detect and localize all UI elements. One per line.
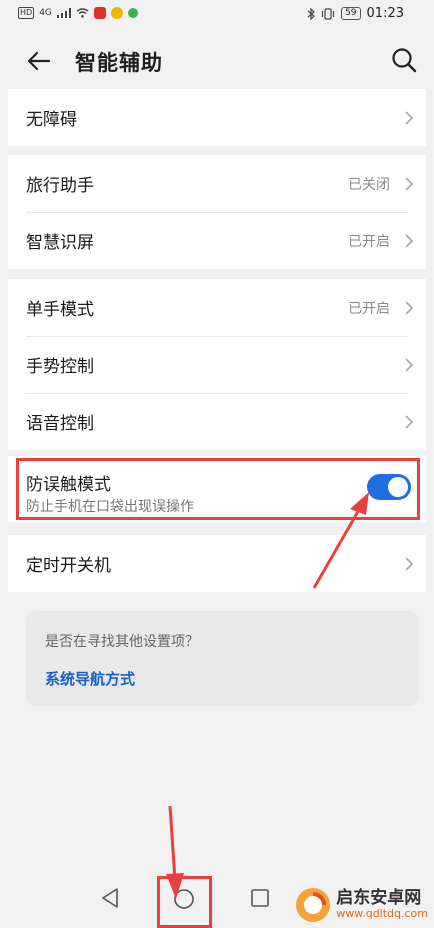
settings-group-accessibility: 无障碍 (8, 89, 426, 146)
app-header: 智能辅助 (0, 36, 434, 86)
suggestion-question: 是否在寻找其他设置项？ (45, 634, 199, 650)
settings-item-label: 无障碍 (26, 110, 77, 130)
chevron-right-icon (405, 556, 414, 571)
settings-item-label: 旅行助手 (26, 176, 94, 196)
vibrate-icon (321, 7, 335, 20)
highlight-box (16, 458, 420, 520)
page-title: 智能辅助 (75, 51, 163, 75)
settings-item-accessibility[interactable]: 无障碍 (8, 89, 426, 146)
wifi-icon (76, 8, 89, 18)
settings-group-controls: 单手模式 已开启 手势控制 语音控制 (8, 279, 426, 450)
app-notification-icon (93, 7, 106, 19)
settings-item-status: 已关闭 (348, 176, 390, 193)
battery-icon: 59 (341, 7, 361, 20)
settings-item-scheduled-power[interactable]: 定时开关机 (8, 535, 426, 592)
signal-icon (56, 8, 71, 18)
settings-group-smart: 旅行助手 已关闭 智慧识屏 已开启 (8, 155, 426, 269)
settings-item-one-hand-mode[interactable]: 单手模式 已开启 (8, 279, 426, 336)
chevron-right-icon (405, 357, 414, 372)
status-bar: HD 4G 59 01:23 (0, 0, 434, 30)
settings-item-status: 已开启 (348, 233, 390, 250)
watermark-text: 启东安卓网 www.qdltdq.com (336, 888, 428, 921)
network-type-label: 4G (39, 8, 52, 18)
watermark-title: 启东安卓网 (336, 888, 422, 909)
annotation-arrow-line (168, 805, 177, 881)
settings-item-label: 手势控制 (26, 357, 94, 377)
watermark-logo-icon (296, 888, 331, 922)
settings-item-label: 定时开关机 (26, 556, 111, 576)
suggestion-link[interactable]: 系统导航方式 (45, 668, 135, 689)
settings-item-status: 已开启 (348, 300, 390, 317)
app-notification-icon (127, 8, 138, 18)
nav-back-icon[interactable] (98, 886, 122, 910)
hd-badge: HD (18, 7, 35, 19)
chevron-right-icon (405, 110, 414, 125)
bluetooth-icon (307, 7, 315, 20)
clock: 01:23 (366, 6, 404, 21)
settings-item-smart-screen[interactable]: 智慧识屏 已开启 (8, 212, 426, 269)
settings-group-power: 定时开关机 (8, 535, 426, 592)
settings-item-travel-assistant[interactable]: 旅行助手 已关闭 (8, 155, 426, 212)
chevron-right-icon (405, 233, 414, 248)
status-bar-right: 59 01:23 (307, 6, 404, 21)
chevron-right-icon (405, 176, 414, 191)
back-arrow-icon[interactable] (26, 48, 52, 74)
settings-item-gesture-control[interactable]: 手势控制 (8, 336, 426, 393)
nav-recent-apps-icon[interactable] (250, 888, 270, 908)
app-notification-icon (110, 7, 123, 19)
search-icon[interactable] (390, 46, 418, 74)
status-bar-left: HD 4G (18, 7, 138, 19)
chevron-right-icon (405, 300, 414, 315)
watermark-url: www.qdltdq.com (336, 907, 428, 921)
settings-item-label: 智慧识屏 (26, 233, 94, 253)
suggestion-card: 是否在寻找其他设置项？ 系统导航方式 (26, 611, 419, 706)
settings-item-label: 语音控制 (26, 414, 94, 434)
watermark: 启东安卓网 www.qdltdq.com (294, 886, 428, 924)
settings-item-voice-control[interactable]: 语音控制 (8, 393, 426, 450)
highlight-box (157, 876, 212, 928)
chevron-right-icon (405, 414, 414, 429)
settings-item-label: 单手模式 (26, 300, 94, 320)
